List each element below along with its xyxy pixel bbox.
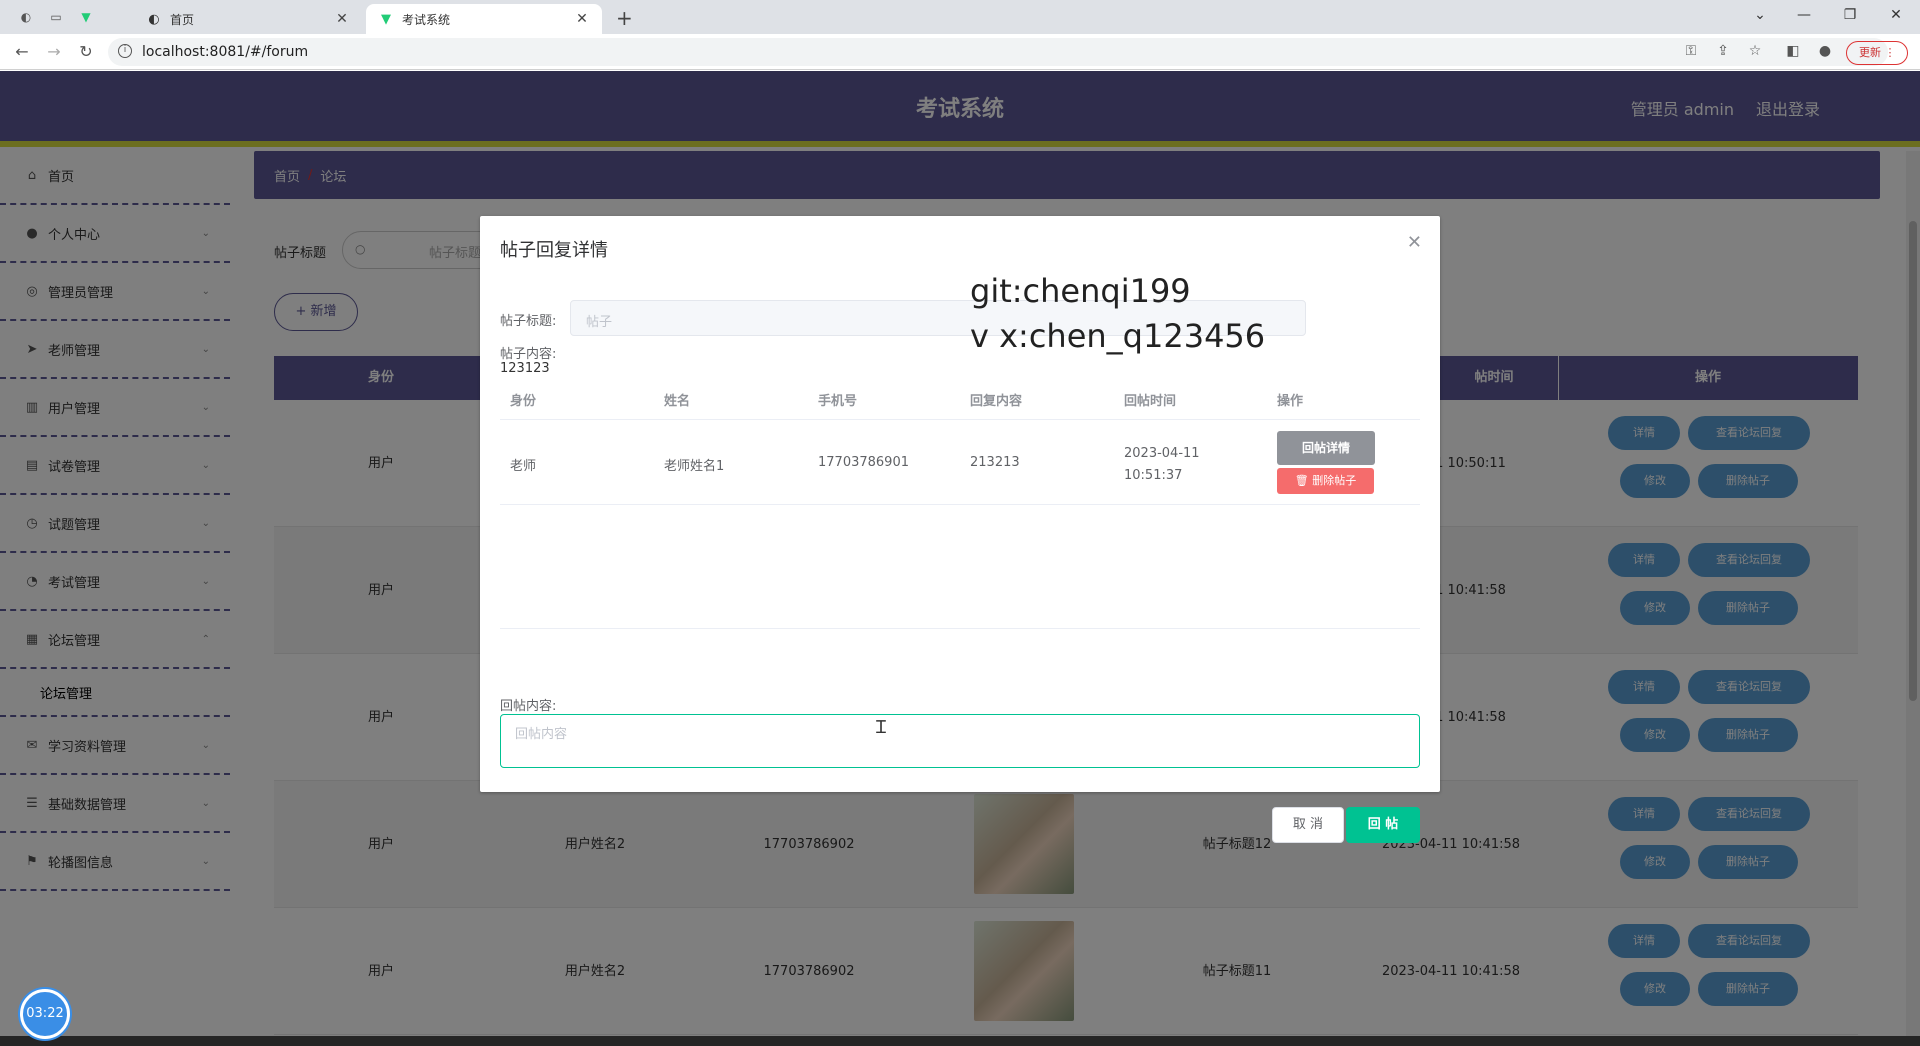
- info-icon[interactable]: i: [118, 44, 132, 58]
- trash-icon: 🗑: [1294, 474, 1309, 487]
- pinned-tab-icon[interactable]: ▭: [46, 7, 66, 27]
- reply-detail-dialog: 帖子回复详情 ✕ 帖子标题: 帖子 git:chenqi199 v x:chen…: [480, 216, 1440, 843]
- reply-placeholder: 回帖内容: [515, 727, 568, 742]
- divider: [500, 628, 1420, 629]
- cancel-button[interactable]: 取 消: [1272, 807, 1344, 843]
- star-icon[interactable]: ☆: [1746, 43, 1764, 59]
- globe-icon: ◐: [148, 11, 160, 27]
- vue-tab-icon[interactable]: ▼: [76, 7, 96, 27]
- cell-name: 老师姓名1: [664, 459, 725, 474]
- post-title-value: 帖子: [586, 315, 613, 330]
- update-label: 更新: [1859, 46, 1881, 59]
- post-title-label: 帖子标题:: [500, 314, 557, 329]
- delete-reply-button[interactable]: 🗑 删除帖子: [1277, 468, 1374, 494]
- close-tab-icon[interactable]: ✕: [334, 11, 350, 27]
- browser-toolbar: ← → ↻ i localhost:8081/#/forum ⚿ ⇪ ☆ ◧ ●: [0, 34, 1920, 70]
- browser-tabstrip: ◐ ▭ ▼ ◐ 首页 ✕ ▼ 考试系统 ✕ + ⌄ — ❐ ✕: [0, 0, 1920, 34]
- minimize-icon[interactable]: —: [1784, 4, 1824, 26]
- cell-phone: 17703786901: [818, 455, 909, 470]
- share-icon[interactable]: ⇪: [1714, 43, 1732, 59]
- reply-table-row: 老师 老师姓名1 17703786901 213213 2023-04-11 1…: [500, 421, 1420, 505]
- post-content-label: 帖子内容:: [500, 347, 557, 362]
- tab-title: 考试系统: [402, 12, 451, 27]
- column-header: 回帖时间: [1124, 394, 1177, 409]
- close-tab-icon[interactable]: ✕: [574, 11, 590, 27]
- reply-content-input[interactable]: 回帖内容: [500, 714, 1420, 768]
- reply-detail-button[interactable]: 回帖详情: [1277, 431, 1375, 465]
- column-header: 操作: [1277, 394, 1304, 409]
- reply-content-label: 回帖内容:: [500, 699, 557, 714]
- cell-content: 213213: [970, 455, 1020, 470]
- key-icon[interactable]: ⚿: [1682, 43, 1700, 59]
- browser-tab-home[interactable]: ◐ 首页 ✕: [134, 4, 362, 34]
- browser-tab-exam[interactable]: ▼ 考试系统 ✕: [366, 4, 602, 34]
- watermark-text: git:chenqi199: [970, 272, 1191, 310]
- url-text: localhost:8081/#/forum: [142, 44, 309, 60]
- vue-logo-icon: ▼: [381, 11, 391, 27]
- back-icon[interactable]: ←: [12, 42, 32, 62]
- reply-table-header: 身份 姓名 手机号 回复内容 回帖时间 操作: [500, 376, 1420, 420]
- floating-timer[interactable]: 03:22: [20, 989, 70, 1039]
- column-header: 手机号: [818, 394, 858, 409]
- text-cursor-icon: Ɪ: [876, 717, 887, 738]
- sidepanel-icon[interactable]: ◧: [1784, 43, 1802, 59]
- btn-label: 回帖详情: [1301, 441, 1350, 455]
- column-header: 姓名: [664, 394, 691, 409]
- pinned-tab-icon[interactable]: ◐: [16, 7, 36, 27]
- cell-identity: 老师: [510, 459, 537, 474]
- btn-label: 删除帖子: [1312, 474, 1357, 487]
- close-window-icon[interactable]: ✕: [1876, 4, 1916, 26]
- column-header: 身份: [510, 394, 537, 409]
- app-viewport: 考试系统 管理员 admin 退出登录 ⌂首页 ●个人中心⌄ ◎管理员管理⌄ ➤…: [0, 71, 1920, 1046]
- submit-reply-button[interactable]: 回 帖: [1346, 807, 1420, 843]
- cell-time: 2023-04-11 10:51:37: [1124, 446, 1200, 483]
- new-tab-icon[interactable]: +: [616, 6, 633, 30]
- dialog-title: 帖子回复详情: [500, 240, 608, 261]
- watermark-text: v x:chen_q123456: [970, 317, 1266, 355]
- reload-icon[interactable]: ↻: [76, 42, 96, 62]
- post-content-value: 123123: [500, 361, 550, 376]
- restore-icon[interactable]: ❐: [1830, 4, 1870, 26]
- close-icon[interactable]: ✕: [1407, 232, 1422, 253]
- tab-title: 首页: [170, 12, 195, 27]
- tab-search-icon[interactable]: ⌄: [1740, 4, 1780, 26]
- update-button[interactable]: 更新 ⋮: [1846, 41, 1908, 65]
- column-header: 回复内容: [970, 394, 1023, 409]
- profile-icon[interactable]: ●: [1816, 43, 1834, 59]
- address-bar[interactable]: i localhost:8081/#/forum: [108, 38, 1888, 66]
- forward-icon[interactable]: →: [44, 42, 64, 62]
